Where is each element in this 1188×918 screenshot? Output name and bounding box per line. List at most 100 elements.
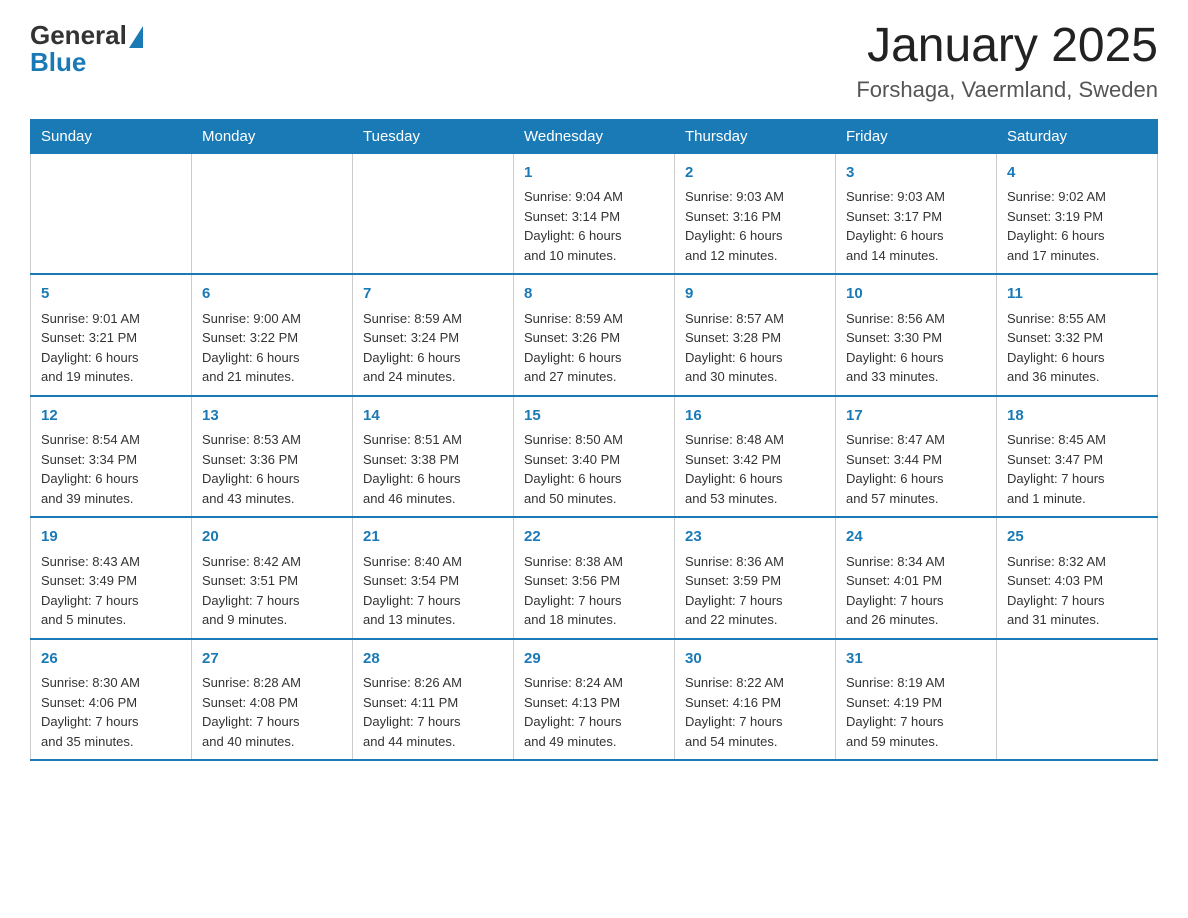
weekday-header: Saturday	[997, 119, 1158, 153]
day-info: Sunset: 4:13 PM	[524, 693, 664, 713]
day-info: Sunset: 3:40 PM	[524, 450, 664, 470]
day-info: Sunrise: 8:59 AM	[524, 309, 664, 329]
calendar-header-row: SundayMondayTuesdayWednesdayThursdayFrid…	[31, 119, 1158, 153]
day-info: and 21 minutes.	[202, 367, 342, 387]
logo-triangle-icon	[129, 26, 143, 48]
day-info: and 14 minutes.	[846, 246, 986, 266]
day-info: Daylight: 6 hours	[524, 348, 664, 368]
day-number: 29	[524, 648, 664, 671]
day-info: Sunrise: 8:53 AM	[202, 430, 342, 450]
calendar-cell: 23Sunrise: 8:36 AMSunset: 3:59 PMDayligh…	[675, 517, 836, 639]
weekday-header: Monday	[192, 119, 353, 153]
day-info: Daylight: 6 hours	[41, 469, 181, 489]
day-info: Sunset: 3:26 PM	[524, 328, 664, 348]
calendar-cell	[192, 153, 353, 274]
day-info: Daylight: 6 hours	[685, 226, 825, 246]
calendar-cell: 12Sunrise: 8:54 AMSunset: 3:34 PMDayligh…	[31, 396, 192, 518]
day-info: Daylight: 6 hours	[846, 469, 986, 489]
calendar-cell: 27Sunrise: 8:28 AMSunset: 4:08 PMDayligh…	[192, 639, 353, 761]
day-info: Sunrise: 8:36 AM	[685, 552, 825, 572]
day-info: Daylight: 7 hours	[41, 591, 181, 611]
day-info: Daylight: 6 hours	[685, 348, 825, 368]
day-info: and 24 minutes.	[363, 367, 503, 387]
calendar-cell: 25Sunrise: 8:32 AMSunset: 4:03 PMDayligh…	[997, 517, 1158, 639]
day-info: and 39 minutes.	[41, 489, 181, 509]
day-number: 3	[846, 162, 986, 185]
day-number: 26	[41, 648, 181, 671]
day-number: 19	[41, 526, 181, 549]
day-info: Daylight: 7 hours	[524, 712, 664, 732]
weekday-header: Tuesday	[353, 119, 514, 153]
day-info: Daylight: 6 hours	[363, 348, 503, 368]
day-number: 2	[685, 162, 825, 185]
calendar-cell: 1Sunrise: 9:04 AMSunset: 3:14 PMDaylight…	[514, 153, 675, 274]
day-number: 15	[524, 405, 664, 428]
calendar-cell: 26Sunrise: 8:30 AMSunset: 4:06 PMDayligh…	[31, 639, 192, 761]
day-info: Sunrise: 8:48 AM	[685, 430, 825, 450]
day-info: Sunrise: 8:51 AM	[363, 430, 503, 450]
day-info: Sunrise: 8:59 AM	[363, 309, 503, 329]
title-block: January 2025 Forshaga, Vaermland, Sweden	[856, 20, 1158, 103]
day-number: 11	[1007, 283, 1147, 306]
day-info: and 57 minutes.	[846, 489, 986, 509]
day-info: and 35 minutes.	[41, 732, 181, 752]
day-number: 7	[363, 283, 503, 306]
day-info: and 49 minutes.	[524, 732, 664, 752]
weekday-header: Sunday	[31, 119, 192, 153]
day-info: and 1 minute.	[1007, 489, 1147, 509]
day-info: Sunrise: 9:03 AM	[846, 187, 986, 207]
day-info: Sunset: 3:34 PM	[41, 450, 181, 470]
day-number: 4	[1007, 162, 1147, 185]
calendar-week-row: 26Sunrise: 8:30 AMSunset: 4:06 PMDayligh…	[31, 639, 1158, 761]
day-number: 5	[41, 283, 181, 306]
day-info: Daylight: 6 hours	[41, 348, 181, 368]
day-number: 24	[846, 526, 986, 549]
day-number: 9	[685, 283, 825, 306]
day-number: 14	[363, 405, 503, 428]
day-info: Sunset: 3:42 PM	[685, 450, 825, 470]
day-info: Sunset: 4:08 PM	[202, 693, 342, 713]
calendar-cell: 19Sunrise: 8:43 AMSunset: 3:49 PMDayligh…	[31, 517, 192, 639]
day-info: Sunset: 4:19 PM	[846, 693, 986, 713]
day-info: Sunset: 3:22 PM	[202, 328, 342, 348]
day-info: Sunset: 3:59 PM	[685, 571, 825, 591]
day-info: Sunset: 3:17 PM	[846, 207, 986, 227]
day-number: 20	[202, 526, 342, 549]
calendar-cell: 5 Sunrise: 9:01 AMSunset: 3:21 PMDaylight…	[31, 274, 192, 396]
calendar-cell: 14Sunrise: 8:51 AMSunset: 3:38 PMDayligh…	[353, 396, 514, 518]
day-number: 25	[1007, 526, 1147, 549]
day-info: Sunset: 3:56 PM	[524, 571, 664, 591]
day-info: Sunset: 3:30 PM	[846, 328, 986, 348]
day-number: 10	[846, 283, 986, 306]
calendar-cell: 4Sunrise: 9:02 AMSunset: 3:19 PMDaylight…	[997, 153, 1158, 274]
day-info: and 18 minutes.	[524, 610, 664, 630]
day-number: 27	[202, 648, 342, 671]
day-info: Sunset: 3:54 PM	[363, 571, 503, 591]
calendar-cell: 15Sunrise: 8:50 AMSunset: 3:40 PMDayligh…	[514, 396, 675, 518]
day-number: 21	[363, 526, 503, 549]
calendar-week-row: 19Sunrise: 8:43 AMSunset: 3:49 PMDayligh…	[31, 517, 1158, 639]
calendar-cell: 21Sunrise: 8:40 AMSunset: 3:54 PMDayligh…	[353, 517, 514, 639]
calendar-cell: 28Sunrise: 8:26 AMSunset: 4:11 PMDayligh…	[353, 639, 514, 761]
day-info: Daylight: 7 hours	[363, 712, 503, 732]
weekday-header: Thursday	[675, 119, 836, 153]
day-info: Sunrise: 9:01 AM	[41, 309, 181, 329]
day-info: Sunset: 3:24 PM	[363, 328, 503, 348]
calendar-cell	[353, 153, 514, 274]
day-info: Sunrise: 8:56 AM	[846, 309, 986, 329]
day-info: and 54 minutes.	[685, 732, 825, 752]
day-info: and 9 minutes.	[202, 610, 342, 630]
day-info: Daylight: 6 hours	[202, 469, 342, 489]
calendar-cell: 24Sunrise: 8:34 AMSunset: 4:01 PMDayligh…	[836, 517, 997, 639]
day-info: Daylight: 7 hours	[1007, 591, 1147, 611]
calendar-week-row: 12Sunrise: 8:54 AMSunset: 3:34 PMDayligh…	[31, 396, 1158, 518]
day-info: Sunrise: 8:22 AM	[685, 673, 825, 693]
calendar-subtitle: Forshaga, Vaermland, Sweden	[856, 77, 1158, 103]
day-info: and 17 minutes.	[1007, 246, 1147, 266]
calendar-cell: 22Sunrise: 8:38 AMSunset: 3:56 PMDayligh…	[514, 517, 675, 639]
day-info: and 40 minutes.	[202, 732, 342, 752]
day-number: 31	[846, 648, 986, 671]
weekday-header: Friday	[836, 119, 997, 153]
calendar-cell: 29Sunrise: 8:24 AMSunset: 4:13 PMDayligh…	[514, 639, 675, 761]
day-info: Sunset: 3:21 PM	[41, 328, 181, 348]
